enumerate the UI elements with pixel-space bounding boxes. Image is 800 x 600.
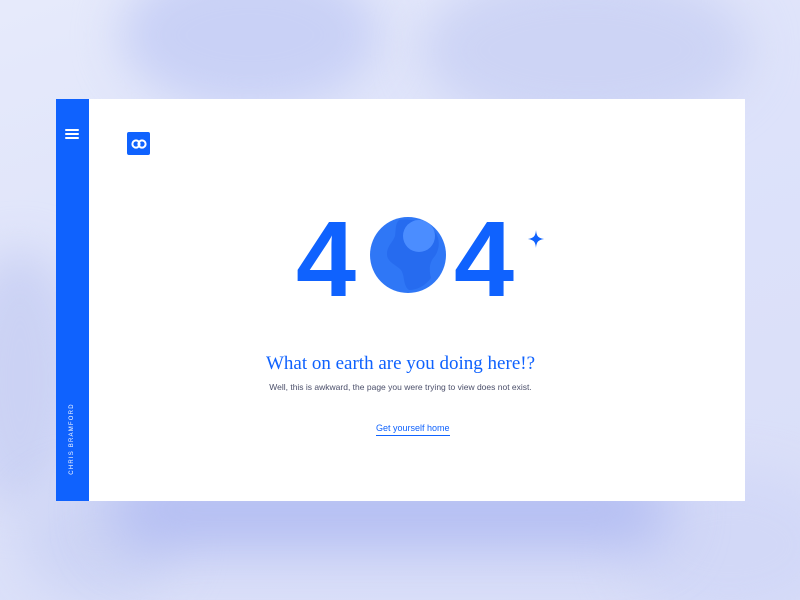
home-link[interactable]: Get yourself home — [376, 423, 450, 436]
error-digit-left: 4 — [296, 198, 357, 319]
error-digit-right: 4 — [454, 198, 515, 319]
error-headline: What on earth are you doing here!? — [265, 353, 536, 374]
author-name: CHRIS BRAMFORD — [69, 403, 75, 475]
sidebar: CHRIS BRAMFORD — [56, 99, 89, 501]
author-credit: CHRIS BRAMFORD — [56, 99, 89, 501]
sparkle-star-icon — [528, 230, 544, 248]
link-logo-icon[interactable] — [127, 132, 150, 155]
error-message: Well, this is awkward, the page you were… — [269, 382, 532, 392]
error-code-404: 4 4 — [296, 198, 556, 319]
error-page-card: CHRIS BRAMFORD 4 4 What on earth are you… — [56, 99, 745, 501]
earth-globe-icon — [370, 217, 446, 293]
background-blur — [120, 0, 380, 110]
